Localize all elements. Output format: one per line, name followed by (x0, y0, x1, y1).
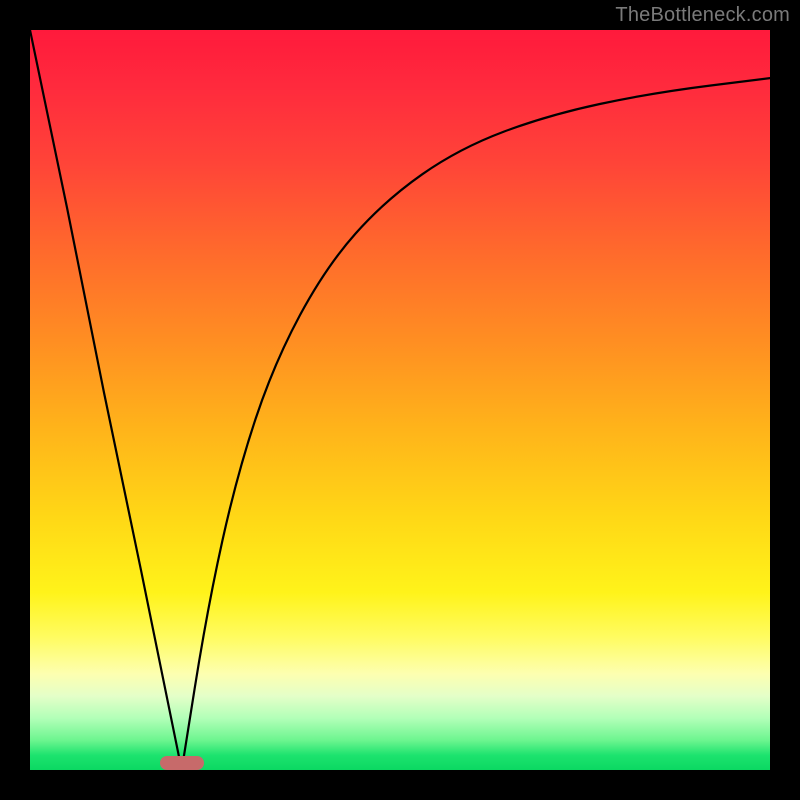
watermark-text: TheBottleneck.com (615, 4, 790, 27)
optimal-marker (160, 756, 204, 770)
plot-area (30, 30, 770, 770)
chart-frame: TheBottleneck.com (0, 0, 800, 800)
bottleneck-curve (30, 30, 770, 770)
